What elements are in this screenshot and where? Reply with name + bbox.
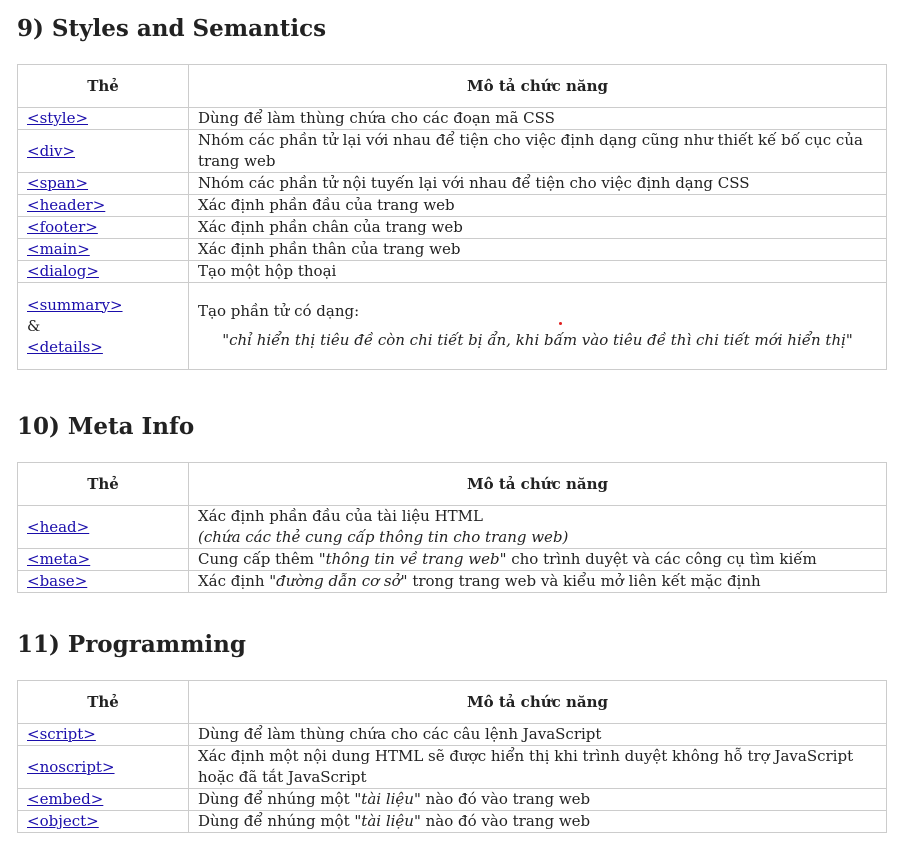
column-header-desc: Mô tả chức năng <box>188 64 887 108</box>
tag-description: Xác định phần thân của trang web <box>188 238 887 261</box>
column-header-tag: Thẻ <box>17 64 189 108</box>
tag-table: Thẻ Mô tả chức năng <style> Dùng để làm … <box>17 64 887 370</box>
tag-description: Tạo một hộp thoại <box>188 260 887 283</box>
tag-link-noscript[interactable]: <noscript> <box>27 758 115 776</box>
table-row: <dialog> Tạo một hộp thoại <box>17 260 887 283</box>
tag-table: Thẻ Mô tả chức năng <head> Xác định phần… <box>17 462 887 593</box>
tag-description: Xác định một nội dung HTML sẽ được hiển … <box>188 745 887 789</box>
tag-description: Dùng để nhúng một "tài liệu" nào đó vào … <box>188 810 887 833</box>
tag-link-style[interactable]: <style> <box>27 109 88 127</box>
tag-link-div[interactable]: <div> <box>27 142 75 160</box>
column-header-tag: Thẻ <box>17 462 189 506</box>
section-styles-semantics: 9) Styles and Semantics Thẻ Mô tả chức n… <box>17 14 887 370</box>
section-title: 9) Styles and Semantics <box>17 15 327 42</box>
tag-description: Nhóm các phần tử lại với nhau để tiện ch… <box>188 129 887 173</box>
table-header-row: Thẻ Mô tả chức năng <box>17 64 887 108</box>
tag-description: Xác định phần đầu của trang web <box>188 194 887 217</box>
tag-link-script[interactable]: <script> <box>27 725 96 743</box>
table-row: <header> Xác định phần đầu của trang web <box>17 194 887 217</box>
ampersand: & <box>27 316 41 335</box>
tag-link-object[interactable]: <object> <box>27 812 99 830</box>
tag-description: Tạo phần tử có dạng: <box>198 302 360 320</box>
tag-table: Thẻ Mô tả chức năng <script> Dùng để làm… <box>17 680 887 833</box>
column-header-tag: Thẻ <box>17 680 189 724</box>
table-header-row: Thẻ Mô tả chức năng <box>17 462 887 506</box>
column-header-desc: Mô tả chức năng <box>188 462 887 506</box>
tag-description: Xác định "đường dẫn cơ sở" trong trang w… <box>188 570 887 593</box>
table-row: <embed> Dùng để nhúng một "tài liệu" nào… <box>17 788 887 811</box>
table-row: <base> Xác định "đường dẫn cơ sở" trong … <box>17 570 887 593</box>
table-row: <noscript> Xác định một nội dung HTML sẽ… <box>17 745 887 789</box>
table-row: <meta> Cung cấp thêm "thông tin về trang… <box>17 548 887 571</box>
tag-description: Dùng để nhúng một "tài liệu" nào đó vào … <box>188 788 887 811</box>
column-header-desc: Mô tả chức năng <box>188 680 887 724</box>
tag-link-base[interactable]: <base> <box>27 572 87 590</box>
table-row: <div> Nhóm các phần tử lại với nhau để t… <box>17 129 887 173</box>
tag-description: Cung cấp thêm "thông tin về trang web" c… <box>188 548 887 571</box>
tag-link-footer[interactable]: <footer> <box>27 218 98 236</box>
red-dot-marker <box>559 322 562 325</box>
section-title: 11) Programming <box>17 631 246 658</box>
tag-description: Dùng để làm thùng chứa cho các câu lệnh … <box>188 723 887 746</box>
section-meta-info: 10) Meta Info Thẻ Mô tả chức năng <head>… <box>17 412 887 593</box>
table-row: <summary> & <details> Tạo phần tử có dạn… <box>17 282 887 370</box>
table-row: <span> Nhóm các phần tử nội tuyến lại vớ… <box>17 172 887 195</box>
tag-link-head[interactable]: <head> <box>27 518 89 536</box>
tag-description: Xác định phần chân của trang web <box>188 216 887 239</box>
tag-link-embed[interactable]: <embed> <box>27 790 103 808</box>
section-programming: 11) Programming Thẻ Mô tả chức năng <scr… <box>17 630 887 833</box>
tag-description: Xác định phần đầu của tài liệu HTML <box>198 507 483 525</box>
tag-link-span[interactable]: <span> <box>27 174 88 192</box>
table-row: <object> Dùng để nhúng một "tài liệu" nà… <box>17 810 887 833</box>
tag-description-quote: "chỉ hiển thị tiêu đề còn chi tiết bị ẩn… <box>222 331 853 349</box>
tag-link-header[interactable]: <header> <box>27 196 105 214</box>
table-row: <head> Xác định phần đầu của tài liệu HT… <box>17 505 887 549</box>
tag-description: Nhóm các phần tử nội tuyến lại với nhau … <box>188 172 887 195</box>
tag-link-details[interactable]: <details> <box>27 338 103 356</box>
tag-description: Dùng để làm thùng chứa cho các đoạn mã C… <box>188 107 887 130</box>
tag-link-summary[interactable]: <summary> <box>27 296 123 314</box>
tag-link-dialog[interactable]: <dialog> <box>27 262 99 280</box>
table-row: <script> Dùng để làm thùng chứa cho các … <box>17 723 887 746</box>
section-title: 10) Meta Info <box>17 413 195 440</box>
tag-link-meta[interactable]: <meta> <box>27 550 90 568</box>
tag-link-main[interactable]: <main> <box>27 240 90 258</box>
table-row: <footer> Xác định phần chân của trang we… <box>17 216 887 239</box>
table-row: <main> Xác định phần thân của trang web <box>17 238 887 261</box>
tag-description-note: (chứa các thẻ cung cấp thông tin cho tra… <box>198 528 569 546</box>
table-header-row: Thẻ Mô tả chức năng <box>17 680 887 724</box>
table-row: <style> Dùng để làm thùng chứa cho các đ… <box>17 107 887 130</box>
